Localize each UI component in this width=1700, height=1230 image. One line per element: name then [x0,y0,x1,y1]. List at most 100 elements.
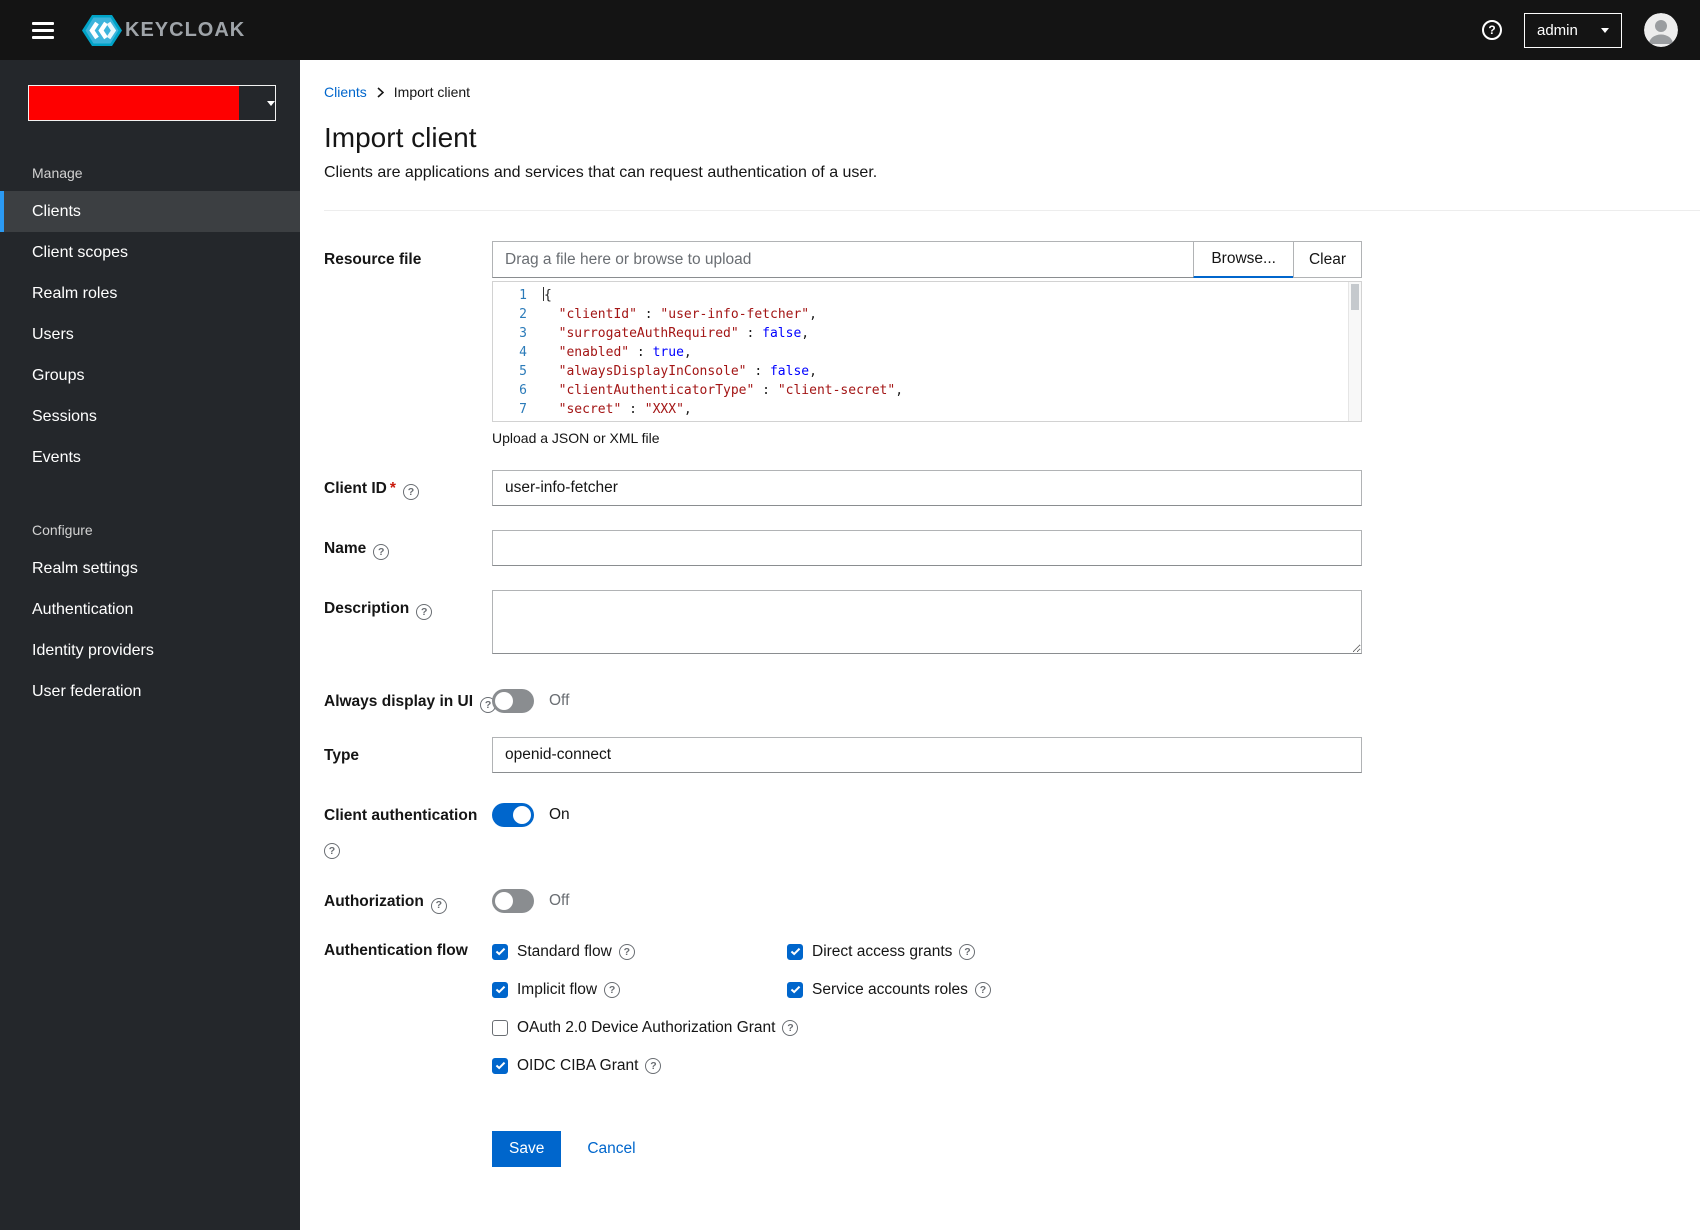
file-upload-group: Browse... Clear [492,241,1362,278]
page-header: Clients Import client Import client Clie… [324,84,1700,211]
authorization-toggle-state: Off [549,892,570,910]
nav-list-configure: Realm settings Authentication Identity p… [0,548,300,712]
top-bar: KEYCLOAK ? admin [0,0,1700,60]
page-title: Import client [324,122,477,153]
line-number: 4 [519,345,527,360]
cancel-button[interactable]: Cancel [587,1140,635,1158]
description-textarea[interactable] [492,590,1362,654]
help-icon[interactable]: ? [604,981,621,998]
sidebar-item-identity-providers[interactable]: Identity providers [0,630,300,671]
realm-selector[interactable] [28,85,276,121]
authorization-toggle[interactable] [492,889,534,914]
help-icon[interactable]: ? [1482,20,1502,40]
form-actions: Save Cancel [492,1130,1362,1207]
nav-section-manage: Manage [32,165,83,181]
client-authentication-toggle[interactable] [492,803,534,828]
sidebar-item-realm-roles[interactable]: Realm roles [0,273,300,314]
breadcrumb-clients-link[interactable]: Clients [324,84,367,100]
line-number: 5 [519,364,527,379]
help-icon[interactable]: ? [373,544,390,561]
checkbox-item-oidc-ciba-grant[interactable]: OIDC CIBA Grant? [492,1057,1362,1075]
checkbox-unchecked-icon[interactable] [492,1019,508,1036]
chevron-right-icon [377,86,384,98]
checkbox-checked-icon[interactable] [787,943,803,960]
checkbox-checked-icon[interactable] [492,1057,508,1074]
checkbox-item-oauth-2-0-device-authorization-grant[interactable]: OAuth 2.0 Device Authorization Grant? [492,1019,1362,1037]
field-label-description: Description? [324,590,492,659]
code-editor[interactable]: 1{2 "clientId" : "user-info-fetcher", 3 "… [492,281,1362,422]
client-id-input[interactable] [492,470,1362,506]
sidebar-item-realm-settings[interactable]: Realm settings [0,548,300,589]
breadcrumb-current: Import client [393,84,471,100]
line-number: 3 [519,326,527,341]
client-authentication-toggle-state: On [549,806,570,824]
save-button[interactable]: Save [492,1130,562,1167]
scrollbar-thumb[interactable] [1351,284,1359,310]
sidebar-item-authentication[interactable]: Authentication [0,589,300,630]
help-icon[interactable]: ? [645,1057,662,1074]
field-label-client-authentication: Client authentication ? [324,797,492,860]
code-line-content: "enabled" : true, [558,345,692,360]
checkbox-checked-icon[interactable] [492,981,508,998]
form-row-authentication-flow: Authentication flow Standard flow? Direct… [324,938,1362,1207]
checkbox-item-standard-flow[interactable]: Standard flow? [492,943,787,961]
code-line-content: { [543,287,552,303]
code-line: 1{ [493,286,1347,305]
checkbox-checked-icon[interactable] [787,981,803,998]
checkbox-label: Service accounts roles [812,980,968,998]
form-row-type: Type [324,737,1362,774]
code-line-content: "alwaysDisplayInConsole" : false, [558,364,817,379]
checkbox-item-direct-access-grants[interactable]: Direct access grants? [787,943,1362,961]
form-row-authorization: Authorization? Off [324,883,1362,914]
avatar[interactable] [1644,13,1678,47]
help-icon[interactable]: ? [959,943,976,960]
line-number: 6 [519,383,527,398]
always-display-toggle-state: Off [549,692,570,709]
code-line: 5 "alwaysDisplayInConsole" : false, [493,362,1347,381]
browse-button[interactable]: Browse... [1193,241,1294,278]
field-label-resource-file: Resource file [324,251,422,268]
help-icon[interactable]: ? [782,1019,799,1036]
checkbox-checked-icon[interactable] [492,943,508,960]
checkbox-item-service-accounts-roles[interactable]: Service accounts roles? [787,981,1362,999]
help-icon[interactable]: ? [402,484,419,501]
code-line-content: "surrogateAuthRequired" : false, [558,326,810,341]
file-upload-input[interactable] [492,241,1195,278]
always-display-toggle[interactable] [492,689,534,713]
checkbox-label: OIDC CIBA Grant [517,1056,639,1074]
help-icon[interactable]: ? [324,843,340,860]
help-icon[interactable]: ? [416,604,433,621]
breadcrumb: Clients Import client [324,84,1700,100]
name-input[interactable] [492,530,1362,566]
clear-button[interactable]: Clear [1292,241,1362,278]
sidebar-item-sessions[interactable]: Sessions [0,396,300,437]
help-icon[interactable]: ? [430,897,447,914]
sidebar-item-client-scopes[interactable]: Client scopes [0,232,300,273]
scrollbar[interactable] [1348,282,1361,421]
help-icon[interactable]: ? [974,981,991,998]
code-line: 6 "clientAuthenticatorType" : "client-se… [493,381,1347,400]
sidebar-item-users[interactable]: Users [0,314,300,355]
code-line-content: "clientAuthenticatorType" : "client-secr… [558,383,904,398]
field-label-type: Type [324,747,360,765]
field-label-name: Name? [324,530,492,566]
line-number: 7 [519,402,527,417]
user-menu-dropdown[interactable]: admin [1524,12,1622,48]
type-input[interactable] [492,737,1362,774]
checkbox-item-implicit-flow[interactable]: Implicit flow? [492,981,787,999]
form-row-always-display: Always display in UI? Off [324,683,1362,714]
sidebar-item-user-federation[interactable]: User federation [0,671,300,712]
form-row-name: Name? [324,530,1362,566]
field-label-authentication-flow: Authentication flow [324,941,468,959]
line-number: 1 [519,288,527,303]
sidebar-item-events[interactable]: Events [0,437,300,478]
sidebar-item-groups[interactable]: Groups [0,355,300,396]
nav-section-configure: Configure [32,522,93,538]
chevron-down-icon [1601,27,1609,33]
auth-flow-grid: Standard flow? Direct access grants? Impli… [492,938,1362,1075]
help-icon[interactable]: ? [618,943,635,960]
sidebar-item-clients[interactable]: Clients [0,191,300,232]
keycloak-logo: KEYCLOAK [82,14,245,46]
hamburger-menu-icon[interactable] [28,18,58,43]
form-row-resource-file: Resource file Browse... Clear 1{2 "clien… [324,241,1362,446]
